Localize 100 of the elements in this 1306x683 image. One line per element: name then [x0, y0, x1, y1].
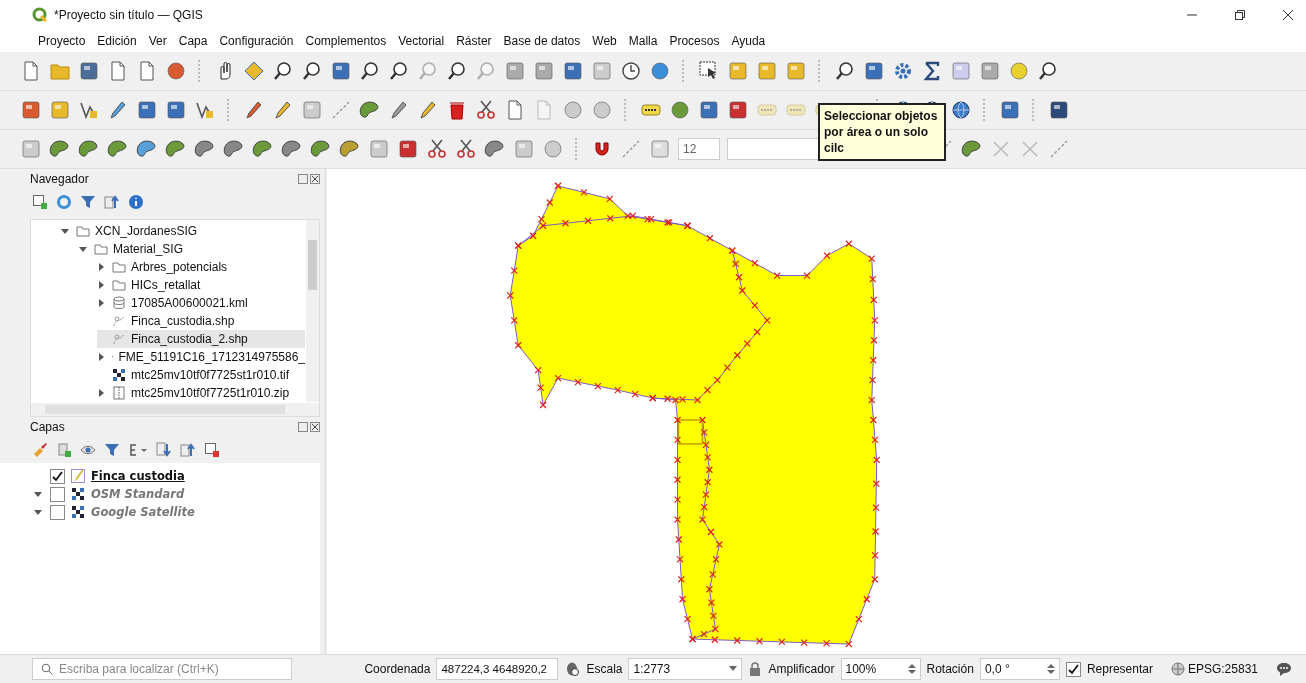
- menu-item[interactable]: Malla: [628, 34, 658, 48]
- menu-item[interactable]: Ráster: [456, 34, 492, 48]
- mouse-icon[interactable]: [564, 661, 581, 677]
- messages-icon[interactable]: [1276, 661, 1292, 677]
- add-part-icon[interactable]: [107, 138, 129, 160]
- menu-item[interactable]: Procesos: [669, 34, 720, 48]
- cut-icon[interactable]: [475, 99, 497, 121]
- expand-all-icon[interactable]: [156, 442, 172, 458]
- gear-icon[interactable]: [892, 60, 914, 82]
- menu-item[interactable]: Configuración: [219, 34, 294, 48]
- menu-item[interactable]: Vectorial: [398, 34, 445, 48]
- window-title: *Proyecto sin título — QGIS: [54, 8, 203, 22]
- split-features-icon[interactable]: [426, 138, 448, 160]
- collapsed-arrow-icon[interactable]: [97, 353, 105, 361]
- collapse-all-icon[interactable]: [104, 194, 120, 210]
- panel-title: Navegador: [30, 172, 89, 186]
- delete-part-icon[interactable]: [223, 138, 245, 160]
- menu-item[interactable]: Edición: [97, 34, 137, 48]
- crs-button[interactable]: EPSG:25831: [1170, 662, 1258, 676]
- remove-layer-icon[interactable]: [204, 442, 220, 458]
- reshape-icon[interactable]: [252, 138, 274, 160]
- menu-item[interactable]: Ayuda: [731, 34, 766, 48]
- vector-icon: [112, 314, 126, 328]
- expanded-arrow-icon[interactable]: [79, 245, 87, 253]
- collapsed-arrow-icon[interactable]: [97, 263, 105, 271]
- close-icon[interactable]: [310, 174, 320, 184]
- render-checkbox[interactable]: [1065, 661, 1081, 677]
- scrollbar[interactable]: [31, 403, 319, 416]
- tree-row[interactable]: HICs_retallat: [97, 276, 305, 294]
- split-icon[interactable]: [281, 138, 303, 160]
- merge-icon[interactable]: [339, 138, 361, 160]
- magnifier-label: Amplificador: [768, 662, 835, 676]
- expanded-arrow-icon[interactable]: [61, 227, 69, 235]
- tree-row[interactable]: mtc25mv10tf0f7725st1r010.tif: [97, 366, 305, 384]
- lock-icon[interactable]: [748, 661, 763, 677]
- identify-icon[interactable]: [834, 60, 856, 82]
- layer-name[interactable]: OSM Standard: [91, 487, 185, 501]
- simplify-icon[interactable]: [165, 138, 187, 160]
- close-icon[interactable]: [310, 422, 320, 432]
- tree-row[interactable]: 17085A00600021.kml: [97, 294, 305, 312]
- tree-row[interactable]: mtc25mv10tf0f7725t1r010.zip: [97, 384, 305, 402]
- close-icon[interactable]: [1282, 9, 1294, 21]
- menu-item[interactable]: Web: [592, 34, 617, 48]
- layer-checkbox[interactable]: [50, 504, 65, 520]
- add-polygon-icon[interactable]: [359, 99, 381, 121]
- expanded-arrow-icon[interactable]: [34, 490, 42, 498]
- panel-title: Capas: [30, 420, 65, 434]
- menu-item[interactable]: Capa: [178, 34, 208, 48]
- globe-binoculars-icon[interactable]: [950, 99, 972, 121]
- offset-curve-icon[interactable]: [310, 138, 332, 160]
- tree-row[interactable]: Arbres_potencials: [97, 258, 305, 276]
- collapse-all-icon[interactable]: [180, 442, 196, 458]
- add-ring-icon[interactable]: [49, 138, 71, 160]
- expression-filter-icon[interactable]: [128, 442, 148, 458]
- layer-name[interactable]: Finca custodia: [91, 469, 185, 483]
- add-selected-icon[interactable]: [32, 194, 48, 210]
- info-icon[interactable]: [128, 194, 144, 210]
- scale-label: Escala: [586, 662, 623, 676]
- menu-item[interactable]: Complementos: [305, 34, 387, 48]
- filter-icon[interactable]: [104, 442, 120, 458]
- coordinate-field[interactable]: 487224,3 4648920,2: [436, 658, 559, 680]
- scale-dropdown[interactable]: 1:2773: [628, 658, 743, 680]
- fill-ring-icon[interactable]: [78, 138, 100, 160]
- pan-to-selection-icon[interactable]: [243, 60, 265, 82]
- layer-checkbox[interactable]: [50, 486, 65, 502]
- collapsed-arrow-icon[interactable]: [97, 299, 105, 307]
- tree-row[interactable]: Material_SIG: [79, 240, 305, 258]
- layer-name[interactable]: Google Satellite: [91, 505, 195, 519]
- expanded-arrow-icon[interactable]: [34, 508, 42, 516]
- collapsed-arrow-icon[interactable]: [97, 281, 105, 289]
- magnifier-spinbox[interactable]: 100%: [840, 658, 921, 680]
- delete-ring-icon[interactable]: [194, 138, 216, 160]
- filter-icon[interactable]: [80, 194, 96, 210]
- restore-icon[interactable]: [1234, 9, 1246, 21]
- rotation-spinbox[interactable]: 0,0 °: [979, 658, 1060, 680]
- folder-icon: [112, 278, 126, 292]
- layer-checkbox[interactable]: [50, 468, 65, 484]
- collapsed-arrow-icon[interactable]: [97, 389, 105, 397]
- topology-icon[interactable]: [961, 138, 983, 160]
- tree-row[interactable]: XCN_JordanesSIG: [61, 222, 305, 240]
- scrollbar[interactable]: [306, 220, 319, 402]
- tree-item-label: Material_SIG: [113, 242, 184, 256]
- menu-item[interactable]: Base de datos: [503, 34, 581, 48]
- tolerance-field[interactable]: 12: [678, 138, 720, 160]
- tree-item-label: mtc25mv10tf0f7725st1r010.tif: [131, 368, 290, 382]
- rotate-feature-icon[interactable]: [136, 138, 158, 160]
- paint-brush-icon[interactable]: [32, 442, 48, 458]
- raster-layer-icon: [71, 505, 85, 519]
- locator-field[interactable]: Escriba para localizar (Ctrl+K): [32, 658, 292, 680]
- menu-item[interactable]: Proyecto: [38, 34, 86, 48]
- tree-row[interactable]: FME_51191C16_1712314975586_: [97, 348, 305, 366]
- merge-attributes-icon[interactable]: [484, 138, 506, 160]
- add-group-icon[interactable]: [56, 442, 72, 458]
- tree-item-label: XCN_JordanesSIG: [95, 224, 198, 238]
- merge-features-icon[interactable]: [455, 138, 477, 160]
- tree-row[interactable]: Finca_custodia.shp: [97, 312, 305, 330]
- clock-icon[interactable]: [620, 60, 642, 82]
- tree-row[interactable]: Finca_custodia_2.shp: [97, 330, 305, 348]
- tree-item-label: Finca_custodia_2.shp: [131, 332, 248, 346]
- menu-item[interactable]: Ver: [148, 34, 167, 48]
